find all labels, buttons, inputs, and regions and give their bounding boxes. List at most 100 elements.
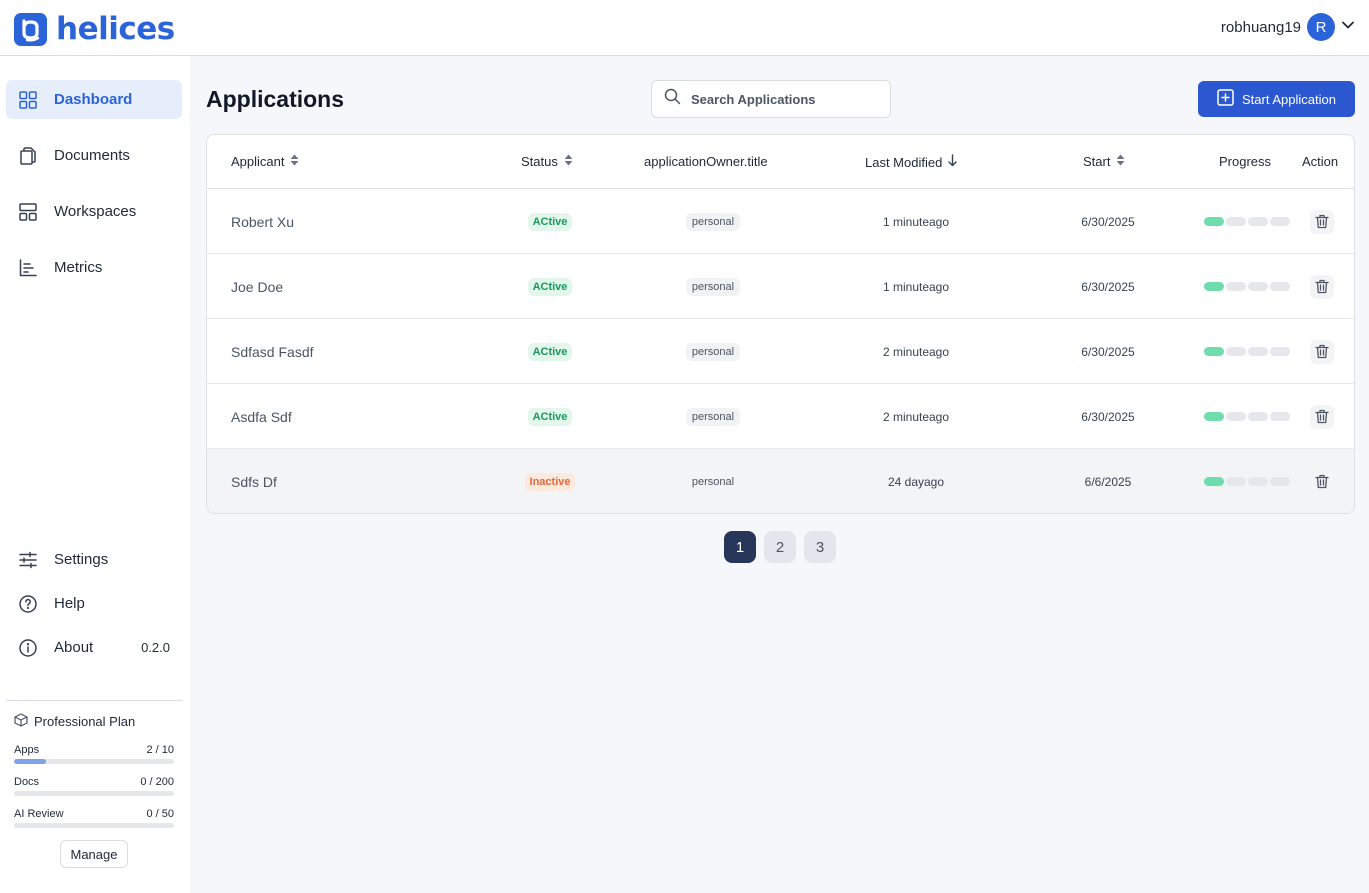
applications-table: Applicant Status applicationOwner.title … (206, 134, 1355, 514)
status-badge: Inactive (524, 472, 576, 491)
progress-segment (1204, 347, 1224, 356)
help-circle-icon (18, 594, 37, 613)
usage-label: Apps (14, 744, 40, 756)
delete-button[interactable] (1310, 339, 1334, 364)
applicant-name[interactable]: Sdfasd Fasdf (231, 344, 314, 360)
column-header-last-modified[interactable]: Last Modified (865, 154, 958, 170)
progress-segment (1226, 282, 1246, 291)
table-row[interactable]: Robert Xu ACtive personal 1 minuteago 6/30/2… (207, 189, 1354, 254)
progress-bar (1204, 477, 1290, 486)
sort-icon (290, 154, 299, 169)
sidebar-item-metrics[interactable]: Metrics (6, 248, 182, 287)
applicant-name[interactable]: Sdfs Df (231, 474, 277, 490)
column-label: Start (1083, 154, 1111, 169)
column-header-start[interactable]: Start (1083, 154, 1125, 169)
avatar[interactable]: R (1307, 13, 1335, 41)
plan-title: Professional Plan (14, 713, 174, 730)
table-row[interactable]: Sdfasd Fasdf ACtive personal 2 minuteago 6/3… (207, 319, 1354, 384)
column-label: Action (1302, 154, 1339, 169)
usage-label: AI Review (14, 808, 64, 820)
last-modified: 1 minuteago (882, 214, 950, 229)
table-row[interactable]: Sdfs Df Inactive personal 24 dayago 6/6/2025 (207, 449, 1354, 513)
progress-segment (1270, 282, 1290, 291)
trash-icon (1315, 214, 1329, 229)
applicant-name[interactable]: Joe Doe (231, 279, 283, 295)
user-menu[interactable]: robhuang19 R (1221, 13, 1355, 41)
start-date: 6/6/2025 (1084, 474, 1132, 489)
status-badge: ACtive (527, 277, 573, 296)
applicant-name[interactable]: Asdfa Sdf (231, 409, 292, 425)
search-box[interactable] (651, 80, 891, 118)
sidebar-item-about[interactable]: About 0.2.0 (6, 628, 182, 667)
trash-icon (1315, 474, 1329, 489)
start-date: 6/30/2025 (1081, 344, 1135, 359)
manage-plan-button[interactable]: Manage (60, 840, 128, 868)
sidebar-item-dashboard[interactable]: Dashboard (6, 80, 182, 119)
progress-segment (1204, 217, 1224, 226)
trash-icon (1315, 279, 1329, 294)
progress-segment (1270, 217, 1290, 226)
progress-segment (1270, 477, 1290, 486)
sidebar-item-settings[interactable]: Settings (6, 540, 182, 579)
delete-button[interactable] (1310, 274, 1334, 299)
start-date: 6/30/2025 (1081, 214, 1135, 229)
column-label: Status (521, 154, 558, 169)
column-label: applicationOwner.title (644, 154, 768, 169)
usage-value: 0 / 50 (146, 808, 174, 820)
status-badge: ACtive (527, 212, 573, 231)
page-title: Applications (206, 86, 345, 112)
brand-logo[interactable]: helices (14, 11, 175, 47)
sidebar-item-label: Documents (54, 147, 130, 164)
page-button-2[interactable]: 2 (764, 531, 796, 563)
progress-segment (1270, 347, 1290, 356)
usage-ai-review: AI Review 0 / 50 (14, 808, 174, 828)
usage-bar (14, 791, 174, 796)
progress-segment (1248, 477, 1268, 486)
top-bar: helices robhuang19 R (0, 0, 1369, 56)
progress-bar (1204, 347, 1290, 356)
app-version: 0.2.0 (141, 640, 170, 655)
table-row[interactable]: Asdfa Sdf ACtive personal 2 minuteago 6/30/2… (207, 384, 1354, 449)
brand-name: helices (56, 11, 175, 47)
owner-tag: personal (691, 475, 735, 488)
column-label: Progress (1219, 154, 1272, 169)
status-badge: ACtive (527, 407, 573, 426)
progress-bar (1204, 217, 1290, 226)
table-row[interactable]: Joe Doe ACtive personal 1 minuteago 6/30/202… (207, 254, 1354, 319)
search-input[interactable] (691, 91, 871, 107)
sidebar-item-workspaces[interactable]: Workspaces (6, 192, 182, 231)
last-modified: 2 minuteago (882, 409, 950, 424)
last-modified: 1 minuteago (882, 279, 950, 294)
delete-button[interactable] (1310, 404, 1334, 429)
applicant-name[interactable]: Robert Xu (231, 214, 294, 230)
column-header-status[interactable]: Status (521, 154, 573, 169)
usage-value: 2 / 10 (146, 744, 174, 756)
chevron-down-icon[interactable] (1341, 18, 1355, 37)
start-application-button[interactable]: Start Application (1198, 81, 1355, 117)
sort-icon (1116, 154, 1125, 169)
page-button-1[interactable]: 1 (724, 531, 756, 563)
column-header-progress: Progress (1219, 154, 1271, 169)
plus-square-icon (1217, 89, 1234, 109)
last-modified: 24 dayago (887, 474, 945, 489)
progress-segment (1226, 217, 1246, 226)
usage-fill (14, 759, 46, 764)
delete-button[interactable] (1310, 470, 1334, 494)
plan-usage-panel: Professional Plan Apps 2 / 10 Docs 0 / 2… (6, 700, 182, 868)
sidebar-item-documents[interactable]: Documents (6, 136, 182, 175)
column-label: Last Modified (865, 154, 943, 170)
column-header-owner[interactable]: applicationOwner.title (644, 154, 768, 169)
progress-segment (1270, 412, 1290, 421)
sidebar-item-label: Settings (54, 551, 109, 568)
usage-docs: Docs 0 / 200 (14, 776, 174, 796)
last-modified: 2 minuteago (882, 344, 950, 359)
sidebar-item-label: Help (54, 595, 85, 612)
progress-bar (1204, 282, 1290, 291)
sliders-icon (18, 550, 37, 569)
delete-button[interactable] (1310, 209, 1334, 234)
progress-segment (1248, 217, 1268, 226)
usage-label: Docs (14, 776, 40, 788)
sidebar-item-help[interactable]: Help (6, 584, 182, 623)
page-button-3[interactable]: 3 (804, 531, 836, 563)
column-header-applicant[interactable]: Applicant (231, 154, 299, 169)
